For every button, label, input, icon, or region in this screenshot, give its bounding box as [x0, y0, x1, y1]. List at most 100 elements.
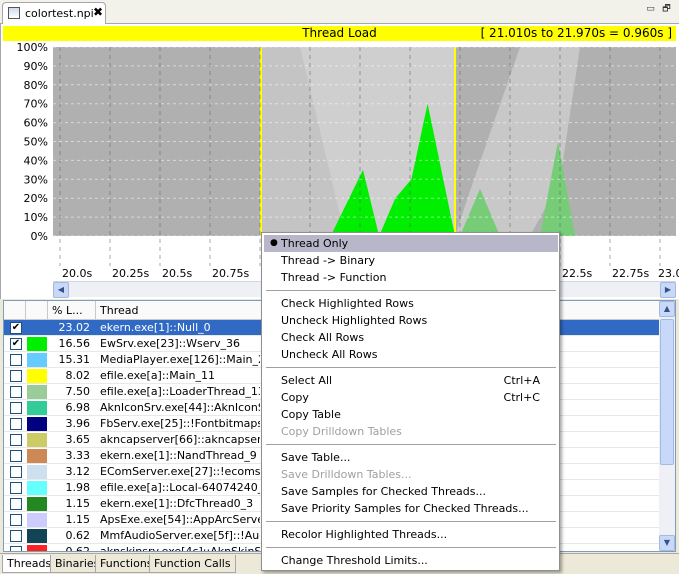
- unchecked-checkbox[interactable]: [10, 498, 22, 510]
- checked-checkbox[interactable]: ✔: [10, 338, 22, 350]
- menu-item-thread-function[interactable]: Thread -> Function: [264, 269, 558, 286]
- load-percent: 0.62: [50, 544, 91, 551]
- thread-name: ekern.exe[1]::Null_0: [100, 321, 211, 334]
- load-percent: 6.98: [65, 401, 91, 414]
- scroll-right-icon[interactable]: ▶: [660, 282, 676, 298]
- menu-item-select-all[interactable]: Select All Ctrl+A: [264, 372, 558, 389]
- menu-item-recolor-highlighted-threads[interactable]: Recolor Highlighted Threads...: [264, 526, 558, 543]
- menu-item-label: Copy Drilldown Tables: [281, 425, 402, 438]
- menu-item-save-table[interactable]: Save Table...: [264, 449, 558, 466]
- unchecked-checkbox[interactable]: [10, 546, 22, 551]
- scroll-thumb[interactable]: [660, 319, 674, 465]
- editor-tab[interactable]: colortest.npi ✖: [2, 2, 106, 24]
- menu-item-label: Thread -> Binary: [281, 254, 375, 267]
- unchecked-checkbox[interactable]: [10, 514, 22, 526]
- menu-item-uncheck-highlighted-rows[interactable]: Uncheck Highlighted Rows: [264, 312, 558, 329]
- thread-name: FbServ.exe[25]::!Fontbitmapserv: [100, 417, 260, 430]
- tab-function-calls[interactable]: Function Calls: [149, 555, 236, 573]
- unchecked-checkbox[interactable]: [10, 386, 22, 398]
- thread-name: ekern.exe[1]::NandThread_9: [100, 449, 257, 462]
- unchecked-checkbox[interactable]: [10, 370, 22, 382]
- menu-item-check-highlighted-rows[interactable]: Check Highlighted Rows: [264, 295, 558, 312]
- menu-item-copy-drilldown-tables: Copy Drilldown Tables: [264, 423, 558, 440]
- menu-item-label: Save Priority Samples for Checked Thread…: [281, 502, 529, 515]
- color-swatch[interactable]: [27, 353, 47, 367]
- menu-item-check-all-rows[interactable]: Check All Rows: [264, 329, 558, 346]
- y-tick-label: 0%: [31, 230, 48, 243]
- unchecked-checkbox[interactable]: [10, 450, 22, 462]
- header-load[interactable]: % L...: [48, 301, 96, 320]
- thread-name: MediaPlayer.exe[126]::Main_295: [100, 353, 260, 366]
- load-percent: 0.62: [65, 529, 91, 542]
- scroll-down-icon[interactable]: ▼: [659, 535, 675, 551]
- menu-item-label: Select All: [281, 374, 333, 387]
- menu-item-label: Thread -> Function: [281, 271, 387, 284]
- color-swatch[interactable]: [27, 433, 47, 447]
- color-swatch[interactable]: [27, 529, 47, 543]
- menu-item-label: Save Drilldown Tables...: [281, 468, 412, 481]
- chart-range-label: [ 21.010s to 21.970s = 0.960s ]: [480, 26, 672, 40]
- menu-item-label: Change Threshold Limits...: [281, 554, 428, 567]
- load-percent: 16.56: [58, 337, 91, 350]
- table-vertical-scrollbar[interactable]: ▲ ▼: [659, 301, 675, 551]
- x-tick-label: 22.5s: [562, 267, 592, 280]
- scroll-up-icon[interactable]: ▲: [659, 301, 675, 317]
- menu-item-thread-binary[interactable]: Thread -> Binary: [264, 252, 558, 269]
- unchecked-checkbox[interactable]: [10, 354, 22, 366]
- scroll-left-icon[interactable]: ◀: [53, 282, 69, 298]
- menu-item-save-drilldown-tables: Save Drilldown Tables...: [264, 466, 558, 483]
- menu-item-save-priority-samples-for-checked-threads[interactable]: Save Priority Samples for Checked Thread…: [264, 500, 558, 517]
- menu-item-uncheck-all-rows[interactable]: Uncheck All Rows: [264, 346, 558, 363]
- load-percent: 1.15: [65, 513, 91, 526]
- color-swatch[interactable]: [27, 401, 47, 415]
- load-percent: 23.02: [58, 321, 91, 334]
- menu-separator: [266, 367, 556, 368]
- thread-name: EComServer.exe[27]::!ecomserver: [100, 465, 260, 478]
- color-swatch[interactable]: [27, 369, 47, 383]
- thread-name: AknIconSrv.exe[44]::AknIconServ: [100, 401, 260, 414]
- restore-icon[interactable]: 🗗: [661, 4, 672, 15]
- unchecked-checkbox[interactable]: [10, 466, 22, 478]
- header-check[interactable]: [4, 301, 26, 320]
- color-swatch[interactable]: [27, 481, 47, 495]
- color-swatch[interactable]: [27, 385, 47, 399]
- editor-tab-title: colortest.npi: [25, 7, 94, 20]
- unchecked-checkbox[interactable]: [10, 418, 22, 430]
- color-swatch[interactable]: [27, 513, 47, 527]
- color-swatch[interactable]: [27, 321, 47, 335]
- unchecked-checkbox[interactable]: [10, 402, 22, 414]
- unchecked-checkbox[interactable]: [10, 434, 22, 446]
- color-swatch[interactable]: [27, 337, 47, 351]
- menu-item-label: Uncheck All Rows: [281, 348, 378, 361]
- menu-item-label: Save Table...: [281, 451, 351, 464]
- menu-item-copy[interactable]: Copy Ctrl+C: [264, 389, 558, 406]
- menu-item-thread-only[interactable]: ● Thread Only: [264, 235, 558, 252]
- thread-name: ekern.exe[1]::DfcThread0_3: [100, 497, 254, 510]
- x-tick-label: 23.0s: [658, 267, 679, 280]
- checked-checkbox[interactable]: ✔: [10, 322, 22, 334]
- close-icon[interactable]: ✖: [93, 5, 103, 19]
- minimize-icon[interactable]: ▭: [645, 4, 656, 15]
- chart-header: Thread Load [ 21.010s to 21.970s = 0.960…: [3, 26, 676, 41]
- thread-name: efile.exe[a]::Local-64074240_17: [100, 481, 260, 494]
- load-percent: 8.02: [65, 369, 91, 382]
- unchecked-checkbox[interactable]: [10, 482, 22, 494]
- menu-item-label: Check All Rows: [281, 331, 365, 344]
- load-percent: 1.15: [65, 497, 91, 510]
- color-swatch[interactable]: [27, 497, 47, 511]
- color-swatch[interactable]: [27, 417, 47, 431]
- menu-item-change-threshold-limits[interactable]: Change Threshold Limits...: [264, 552, 558, 569]
- menu-item-label: Copy Table: [281, 408, 341, 421]
- header-color[interactable]: [26, 301, 48, 320]
- color-swatch[interactable]: [27, 545, 47, 551]
- load-percent: 15.31: [58, 353, 91, 366]
- x-tick-label: 20.75s: [212, 267, 249, 280]
- menu-item-copy-table[interactable]: Copy Table: [264, 406, 558, 423]
- menu-item-save-samples-for-checked-threads[interactable]: Save Samples for Checked Threads...: [264, 483, 558, 500]
- load-percent: 3.12: [65, 465, 91, 478]
- unchecked-checkbox[interactable]: [10, 530, 22, 542]
- menu-item-label: Save Samples for Checked Threads...: [281, 485, 486, 498]
- color-swatch[interactable]: [27, 465, 47, 479]
- tab-threads[interactable]: Threads: [2, 555, 57, 573]
- color-swatch[interactable]: [27, 449, 47, 463]
